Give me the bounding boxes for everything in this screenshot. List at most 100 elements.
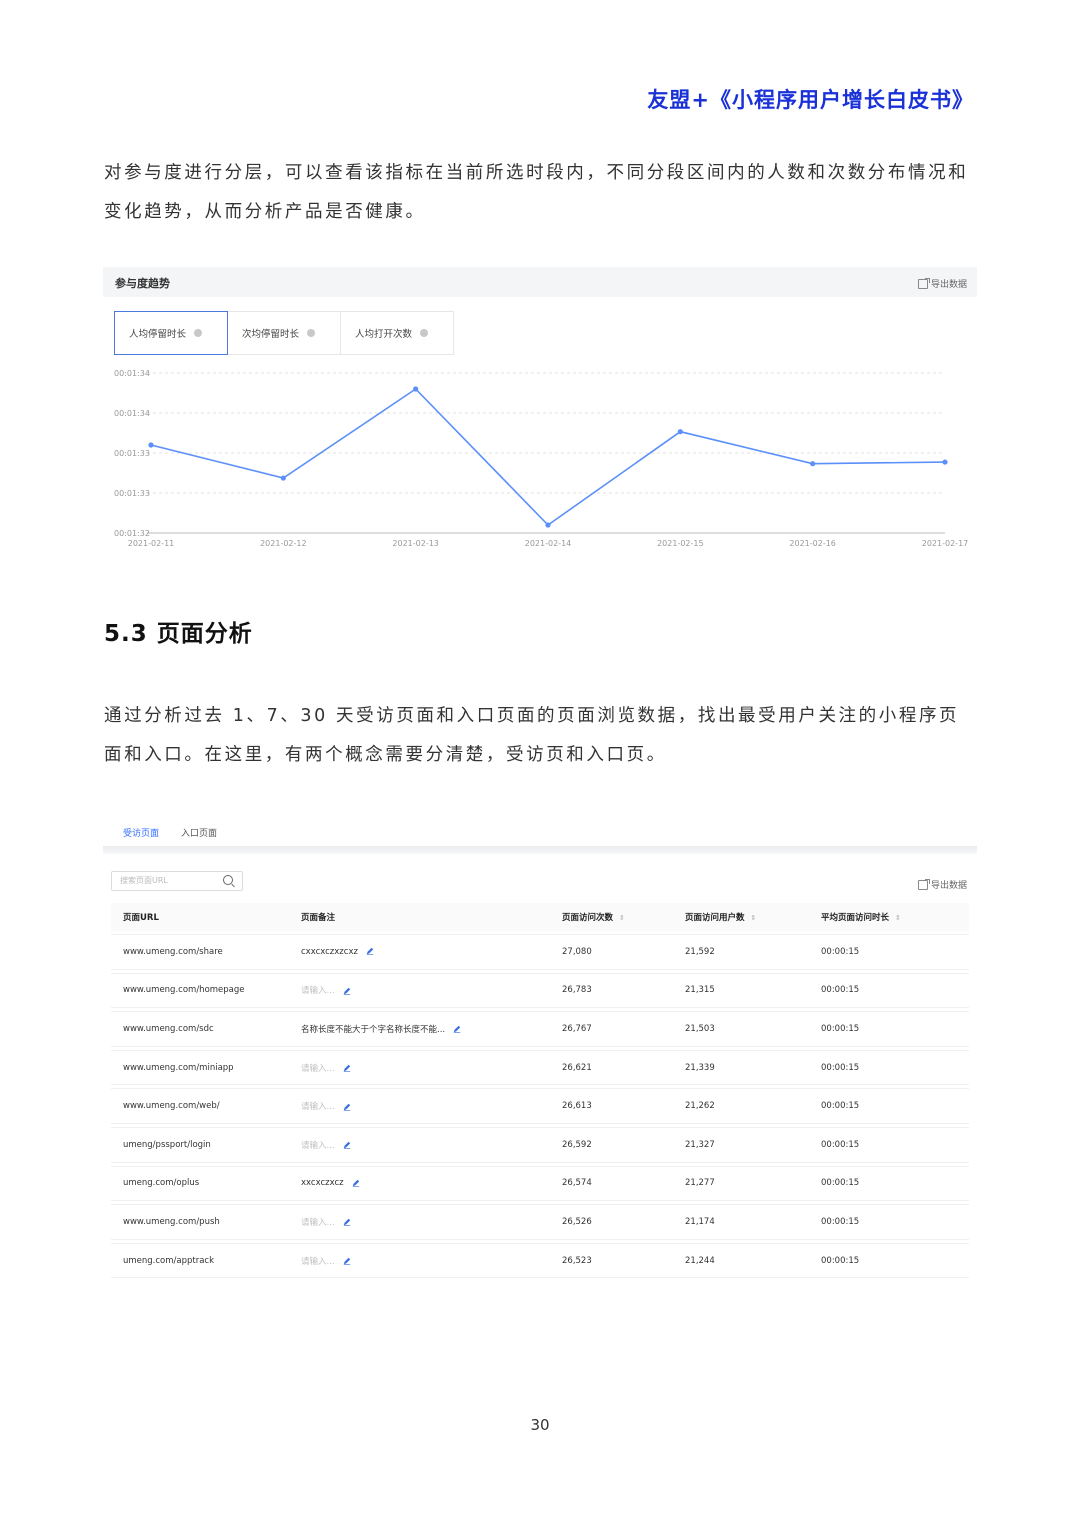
cell-note[interactable]: 名称长度不能大于个字名称长度不能...	[300, 1011, 561, 1047]
x-tick-label: 2021-02-17	[922, 539, 969, 548]
export-label: 导出数据	[930, 881, 967, 891]
cell-note[interactable]: 请输入...	[300, 1049, 561, 1086]
cell-url[interactable]: www.umeng.com/share	[111, 934, 300, 970]
data-point[interactable]	[810, 461, 816, 467]
cell-visits: 26,574	[561, 1165, 684, 1202]
edit-pencil-icon[interactable]	[343, 1257, 351, 1265]
cell-duration: 00:00:15	[820, 1165, 969, 1202]
data-point[interactable]	[942, 459, 948, 465]
info-icon[interactable]	[307, 329, 316, 337]
cell-visits: 26,523	[561, 1242, 684, 1279]
section-title: 5.3 页面分析	[104, 621, 253, 647]
cell-visits: 26,783	[561, 972, 684, 1009]
sort-icon[interactable]: ⇕	[619, 914, 625, 922]
cell-visits: 26,767	[561, 1011, 684, 1047]
table-row: umeng.com/oplus xxcxczxcz 26,574 21,277 00:0…	[111, 1165, 969, 1202]
info-icon[interactable]	[420, 329, 429, 337]
cell-url[interactable]: umeng/pssport/login	[111, 1126, 300, 1163]
column-header-duration[interactable]: 平均页面访问时长 ⇕	[820, 903, 969, 931]
edit-pencil-icon[interactable]	[343, 1064, 351, 1072]
cell-users: 21,327	[684, 1126, 820, 1163]
column-label: 平均页面访问时长	[821, 913, 890, 923]
data-point[interactable]	[148, 442, 154, 448]
y-tick-label: 00:01:32	[114, 529, 150, 538]
note-text: 名称长度不能大于个字名称长度不能...	[301, 1024, 446, 1035]
data-point[interactable]	[413, 386, 419, 392]
cell-note[interactable]: 请输入...	[300, 1126, 561, 1163]
edit-pencil-icon[interactable]	[366, 947, 374, 956]
cell-url[interactable]: www.umeng.com/push	[111, 1204, 300, 1240]
table-header-row: 页面URL 页面备注 页面访问次数 ⇕ 页面访问用户数 ⇕ 平均页面访问时长 ⇕	[111, 903, 969, 931]
sort-icon[interactable]: ⇕	[895, 914, 901, 922]
edit-pencil-icon[interactable]	[453, 1025, 461, 1034]
edit-pencil-icon[interactable]	[343, 1103, 351, 1111]
table-row: umeng.com/apptrack 请输入... 26,523 21,244 00:0…	[111, 1242, 969, 1279]
tab-avg-opens-per-user[interactable]: 人均打开次数	[340, 311, 454, 355]
edit-pencil-icon[interactable]	[343, 1218, 351, 1227]
tab-avg-stay-per-visit[interactable]: 次均停留时长	[227, 311, 341, 355]
cell-users: 21,315	[684, 972, 820, 1009]
export-data-button[interactable]: 导出数据	[917, 878, 967, 891]
data-point[interactable]	[677, 429, 683, 435]
note-text: 请输入...	[301, 1217, 335, 1228]
cell-note[interactable]: 请输入...	[300, 1088, 561, 1124]
info-icon[interactable]	[194, 329, 203, 337]
cell-users: 21,339	[684, 1049, 820, 1086]
panel-header	[103, 267, 977, 297]
cell-note[interactable]: 请输入...	[300, 972, 561, 1009]
cell-users: 21,592	[684, 934, 820, 970]
cell-visits: 26,613	[561, 1088, 684, 1124]
cell-visits: 26,621	[561, 1049, 684, 1086]
y-tick-label: 00:01:33	[114, 449, 150, 458]
cell-duration: 00:00:15	[820, 1204, 969, 1240]
cell-url[interactable]: www.umeng.com/miniapp	[111, 1049, 300, 1086]
edit-pencil-icon[interactable]	[343, 987, 351, 995]
cell-note[interactable]: 请输入...	[300, 1242, 561, 1279]
x-tick-label: 2021-02-12	[260, 539, 307, 548]
cell-note[interactable]: xxcxczxcz	[300, 1165, 561, 1202]
cell-duration: 00:00:15	[820, 1242, 969, 1279]
engagement-trend-panel: 参与度趋势 导出数据 人均停留时长 次均停留时长 人均打开次数 00:01:34…	[103, 267, 977, 557]
note-text: xxcxczxcz	[301, 1178, 344, 1189]
sort-icon[interactable]: ⇕	[751, 914, 757, 922]
x-tick-label: 2021-02-11	[128, 539, 175, 548]
data-point[interactable]	[545, 522, 551, 528]
url-text: www.umeng.com/homepage	[123, 985, 245, 996]
cell-duration: 00:00:15	[820, 1126, 969, 1163]
cell-users: 21,244	[684, 1242, 820, 1279]
cell-users: 21,503	[684, 1011, 820, 1047]
edit-pencil-icon[interactable]	[343, 1141, 351, 1150]
data-point[interactable]	[280, 475, 286, 481]
note-text: 请输入...	[301, 1102, 335, 1113]
table-row: www.umeng.com/web/请输入... 26,613 21,262 00:0…	[111, 1088, 969, 1124]
panel-title: 参与度趋势	[115, 277, 170, 290]
cell-note[interactable]: 请输入...	[300, 1204, 561, 1240]
note-text: 请输入...	[301, 1063, 335, 1074]
cell-url[interactable]: umeng.com/apptrack	[111, 1242, 300, 1279]
cell-url[interactable]: www.umeng.com/sdc	[111, 1011, 300, 1047]
tab-label: 次均停留时长	[242, 329, 300, 340]
export-data-button[interactable]: 导出数据	[917, 277, 967, 290]
y-tick-label: 00:01:34	[114, 409, 150, 418]
table-row: www.umeng.com/miniapp 请输入... 26,621 21,339 0…	[111, 1049, 969, 1086]
y-tick-label: 00:01:34	[114, 369, 150, 378]
paragraph-page-analysis: 通过分析过去 1、7、30 天受访页面和入口页面的页面浏览数据，找出最受用户关注…	[104, 706, 960, 765]
note-text: 请输入...	[301, 1256, 335, 1267]
tab-avg-stay-per-user[interactable]: 人均停留时长	[114, 311, 228, 355]
table-row: umeng/pssport/login 请输入... 26,592 21,327 00:…	[111, 1126, 969, 1163]
cell-url[interactable]: www.umeng.com/web/	[111, 1088, 300, 1124]
cell-note[interactable]: cxxcxczxzcxz	[300, 934, 561, 970]
tab-label: 人均打开次数	[355, 329, 413, 340]
cell-url[interactable]: www.umeng.com/homepage	[111, 972, 300, 1009]
cell-duration: 00:00:15	[820, 1011, 969, 1047]
column-header-users[interactable]: 页面访问用户数 ⇕	[684, 903, 820, 931]
url-text: www.umeng.com/sdc	[123, 1023, 214, 1034]
url-text: umeng.com/oplus	[123, 1178, 200, 1189]
y-tick-label: 00:01:33	[114, 489, 150, 498]
url-text: www.umeng.com/web/	[123, 1101, 220, 1112]
column-header-visits[interactable]: 页面访问次数 ⇕	[561, 903, 684, 931]
cell-url[interactable]: umeng.com/oplus	[111, 1165, 300, 1202]
document-header-title: 友盟+《小程序用户增长白皮书》	[647, 88, 974, 112]
search-icon[interactable]	[223, 875, 233, 885]
edit-pencil-icon[interactable]	[352, 1179, 360, 1187]
